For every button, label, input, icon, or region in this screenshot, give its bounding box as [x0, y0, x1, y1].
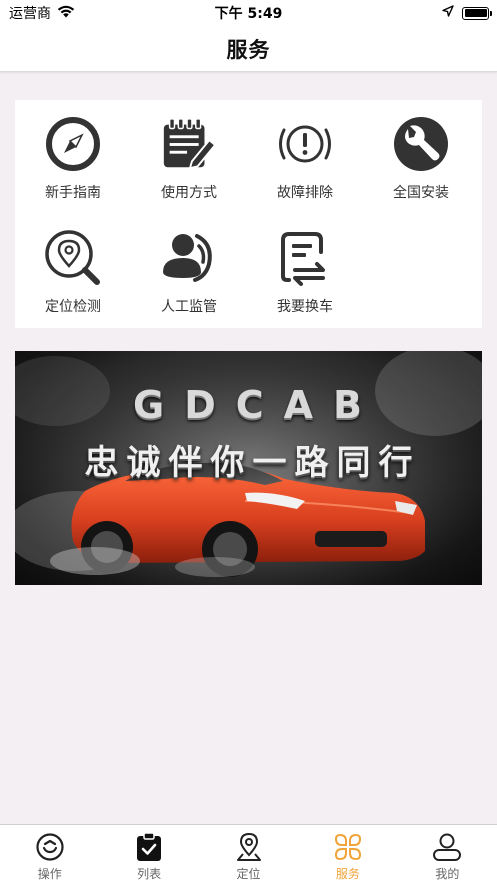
service-label: 我要换车 [277, 299, 333, 315]
service-label: 故障排除 [277, 185, 333, 201]
document-swap-icon [275, 228, 335, 288]
service-label: 定位检测 [45, 299, 101, 315]
service-usage-method[interactable]: 使用方式 [131, 100, 247, 206]
status-right [442, 5, 492, 21]
person-support-icon [159, 228, 219, 288]
tab-mine[interactable]: 我的 [398, 825, 497, 883]
checklist-icon [133, 831, 165, 863]
service-label: 人工监管 [161, 299, 217, 315]
service-label: 全国安装 [393, 185, 449, 201]
service-label: 使用方式 [161, 185, 217, 201]
tab-label: 定位 [236, 867, 261, 881]
service-nationwide-install[interactable]: 全国安装 [363, 100, 479, 206]
carrier-name: 运营商 [9, 6, 51, 22]
tab-label: 操作 [37, 867, 62, 881]
status-bar: 运营商 下午 5:49 [0, 0, 497, 26]
service-location-check[interactable]: 定位检测 [15, 214, 131, 320]
services-grid: 新手指南 使用方式 故障排除 全国安装 定位检测 人工监管 我要换车 [15, 100, 482, 328]
service-troubleshooting[interactable]: 故障排除 [247, 100, 363, 206]
tab-service[interactable]: 服务 [298, 825, 397, 883]
battery-icon [462, 6, 492, 20]
service-beginner-guide[interactable]: 新手指南 [15, 100, 131, 206]
location-arrow-icon [442, 5, 454, 21]
wifi-icon [57, 5, 75, 22]
service-grid-icon [332, 831, 364, 863]
nav-bar: 服务 [0, 26, 497, 72]
banner-brand-text: GDCAB [133, 383, 382, 427]
location-pin-icon [233, 831, 265, 863]
tab-label: 列表 [137, 867, 162, 881]
operation-icon [34, 831, 66, 863]
tab-bar: 操作 列表 定位 服务 我的 [0, 824, 497, 883]
wrench-icon [391, 114, 451, 174]
compass-icon [43, 114, 103, 174]
page-title: 服务 [226, 37, 271, 62]
promo-banner[interactable]: GDCAB 忠诚伴你一路同行 [15, 351, 482, 585]
location-search-icon [43, 228, 103, 288]
warning-circle-icon [275, 114, 335, 174]
service-label: 新手指南 [45, 185, 101, 201]
status-left: 运营商 [9, 3, 75, 23]
banner-slogan-text: 忠诚伴你一路同行 [84, 443, 421, 483]
service-manual-supervision[interactable]: 人工监管 [131, 214, 247, 320]
service-change-car[interactable]: 我要换车 [247, 214, 363, 320]
notepad-pen-icon [159, 114, 219, 174]
tab-operation[interactable]: 操作 [0, 825, 99, 883]
profile-icon [431, 831, 463, 863]
tab-label: 服务 [335, 867, 360, 881]
tab-list[interactable]: 列表 [99, 825, 198, 883]
tab-label: 我的 [435, 867, 460, 881]
tab-location[interactable]: 定位 [199, 825, 298, 883]
